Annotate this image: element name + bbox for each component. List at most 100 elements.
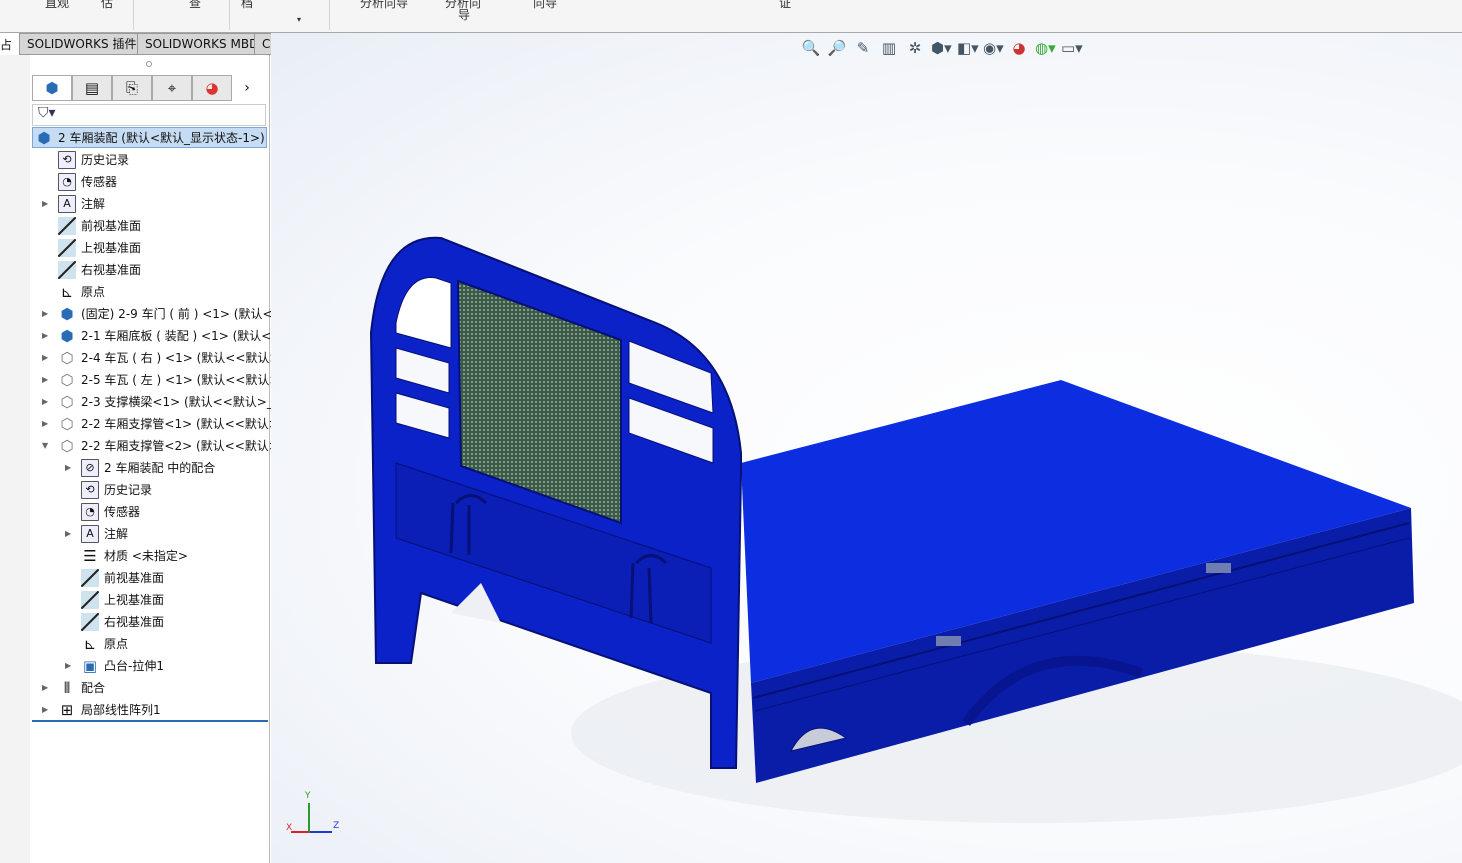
dropdown-arrow[interactable]: ▾: [297, 14, 301, 26]
material-icon: ☰: [83, 547, 97, 565]
ribbon-label[interactable]: 查: [189, 0, 201, 9]
tree-item-label: (固定) 2-9 车门 ( 前 ) <1> (默认<: [81, 307, 273, 321]
expand-arrow-icon[interactable]: ▶: [42, 353, 50, 362]
configuration-manager-tab[interactable]: ⎘: [112, 75, 152, 101]
tree-item-label: 传感器: [81, 175, 118, 189]
tree-item[interactable]: ⊾ 原点: [58, 281, 105, 303]
tree-item[interactable]: 右视基准面: [58, 259, 141, 281]
splitter-handle[interactable]: [146, 61, 152, 67]
tree-item-label: 2-5 车瓦 ( 左 ) <1> (默认<<默认>: [81, 373, 280, 387]
annotation-icon: A: [81, 525, 99, 543]
truck-bed-model[interactable]: [271, 33, 1462, 863]
tree-item[interactable]: A 注解: [81, 523, 128, 545]
sensor-icon: ◔: [58, 173, 76, 191]
chevron-right-icon[interactable]: ›: [232, 75, 262, 101]
triad-y-label: Y: [305, 791, 311, 801]
tree-item[interactable]: ⊾ 原点: [81, 633, 128, 655]
tree-item-label: 上视基准面: [104, 593, 165, 607]
crosshair-icon: ⌖: [167, 79, 177, 97]
expand-arrow-icon[interactable]: ▶: [42, 309, 50, 318]
tree-item[interactable]: ⟲ 历史记录: [81, 479, 152, 501]
ribbon-label[interactable]: 档: [241, 0, 253, 9]
panel-tabs: ⬢ ▤ ⎘ ⌖ ◕ ›: [32, 75, 268, 101]
expand-arrow-icon[interactable]: ▶: [42, 419, 50, 428]
tree-item[interactable]: ◔ 传感器: [81, 501, 140, 523]
assembly-icon: ⬢: [60, 305, 74, 323]
tree-item[interactable]: ⬡ 2-4 车瓦 ( 右 ) <1> (默认<<默认>: [58, 347, 279, 369]
tree-filter[interactable]: ⛉▾: [32, 104, 266, 126]
tab-solidworks-mbd[interactable]: SOLIDWORKS MBD: [137, 33, 267, 55]
tree-item[interactable]: ⟲ 历史记录: [58, 149, 129, 171]
tree-item-label: 材质 <未指定>: [104, 549, 188, 563]
tree-item-label: 传感器: [104, 505, 141, 519]
display-manager-tab[interactable]: ◕: [192, 75, 232, 101]
ribbon-label[interactable]: 分析向导: [360, 0, 408, 9]
mates-icon: ⫴: [63, 679, 71, 697]
tree-item-label: 原点: [81, 285, 106, 299]
plane-icon: [81, 591, 99, 609]
expand-arrow-icon[interactable]: ▶: [42, 375, 50, 384]
expand-arrow-icon[interactable]: ▶: [65, 529, 73, 538]
expand-arrow-icon[interactable]: ▶: [65, 463, 73, 472]
dimxpert-manager-tab[interactable]: ⌖: [152, 75, 192, 101]
tree-item[interactable]: A 注解: [58, 193, 105, 215]
ribbon-label[interactable]: 导: [458, 9, 470, 21]
plane-icon: [58, 217, 76, 235]
tree-item[interactable]: 前视基准面: [81, 567, 164, 589]
feature-manager-icon: ⬢: [45, 79, 59, 97]
expand-arrow-icon[interactable]: ▼: [42, 441, 50, 450]
ribbon-label[interactable]: 估: [101, 0, 113, 9]
graphics-area[interactable]: 🔍 🔎 ✎ ▥ ✲ ⬢▾ ◧▾ ◉▾ ◕ ◍▾ ▭▾ Y X Z: [271, 33, 1462, 863]
tree-item-label: 2 车厢装配 中的配合: [104, 461, 216, 475]
rollback-bar[interactable]: [32, 720, 268, 722]
coordinate-triad: Y X Z: [286, 791, 346, 840]
expand-arrow-icon[interactable]: ▶: [42, 397, 50, 406]
left-toolbar-strip: [0, 55, 30, 863]
tree-item[interactable]: ⬡ 2-2 车厢支撑管<2> (默认<<默认>: [58, 435, 278, 457]
tree-item[interactable]: 上视基准面: [81, 589, 164, 611]
extrude-icon: ▣: [82, 657, 98, 675]
expand-arrow-icon[interactable]: ▶: [42, 199, 50, 208]
tree-item[interactable]: ⬢ 2-1 车厢底板 ( 装配 ) <1> (默认<: [58, 325, 271, 347]
assembly-icon: ⬢: [60, 327, 74, 345]
ribbon-label[interactable]: 直观: [45, 0, 69, 9]
tree-item[interactable]: ⬡ 2-5 车瓦 ( 左 ) <1> (默认<<默认>: [58, 369, 279, 391]
tree-item-label: 配合: [81, 681, 106, 695]
configuration-manager-icon: ⎘: [125, 79, 138, 97]
tree-item-label: 局部线性阵列1: [81, 703, 161, 717]
expand-arrow-icon[interactable]: ▶: [42, 683, 50, 692]
part-icon: ⬡: [60, 437, 74, 455]
tree-item[interactable]: ⊘ 2 车厢装配 中的配合: [81, 457, 215, 479]
tree-item[interactable]: ☰ 材质 <未指定>: [81, 545, 188, 567]
tree-item-label: 注解: [104, 527, 129, 541]
tree-item[interactable]: ⬢ (固定) 2-9 车门 ( 前 ) <1> (默认<: [58, 303, 273, 325]
tree-item[interactable]: 前视基准面: [58, 215, 141, 237]
tree-item-label: 2 车厢装配 (默认<默认_显示状态-1>): [58, 131, 265, 145]
tree-item[interactable]: ▣ 凸台-拉伸1: [81, 655, 164, 677]
tree-item[interactable]: ⊞ 局部线性阵列1: [58, 699, 161, 721]
tree-item[interactable]: ⬡ 2-3 支撑横梁<1> (默认<<默认>_: [58, 391, 272, 413]
tab-partial[interactable]: 占: [0, 36, 12, 53]
tree-item[interactable]: ◔ 传感器: [58, 171, 117, 193]
tree-item[interactable]: 右视基准面: [81, 611, 164, 633]
expand-arrow-icon[interactable]: ▶: [42, 705, 50, 714]
origin-icon: ⊾: [83, 635, 97, 653]
history-icon: ⟲: [58, 151, 76, 169]
expand-arrow-icon[interactable]: ▶: [65, 661, 73, 670]
tree-item[interactable]: ⬡ 2-2 车厢支撑管<1> (默认<<默认>: [58, 413, 278, 435]
triad-x-label: X: [286, 823, 293, 833]
annotation-icon: A: [58, 195, 76, 213]
tree-item[interactable]: ⫴ 配合: [58, 677, 105, 699]
feature-manager-tab[interactable]: ⬢: [32, 75, 72, 101]
expand-arrow-icon[interactable]: ▶: [42, 331, 50, 340]
ribbon-label[interactable]: 向导: [533, 0, 557, 9]
tree-item-label: 2-4 车瓦 ( 右 ) <1> (默认<<默认>: [81, 351, 280, 365]
tree-item[interactable]: ⬢ 2 车厢装配 (默认<默认_显示状态-1>): [35, 127, 265, 149]
triad-z-label: Z: [333, 821, 340, 831]
ribbon: 直观 估 查 档 ▾ 分析向导 分析向 导 向导 证: [0, 0, 1462, 33]
tree-item-label: 右视基准面: [81, 263, 142, 277]
tree-item[interactable]: 上视基准面: [58, 237, 141, 259]
tab-solidworks-addins[interactable]: SOLIDWORKS 插件: [19, 33, 145, 55]
ribbon-label[interactable]: 证: [779, 0, 791, 9]
property-manager-tab[interactable]: ▤: [72, 75, 112, 101]
